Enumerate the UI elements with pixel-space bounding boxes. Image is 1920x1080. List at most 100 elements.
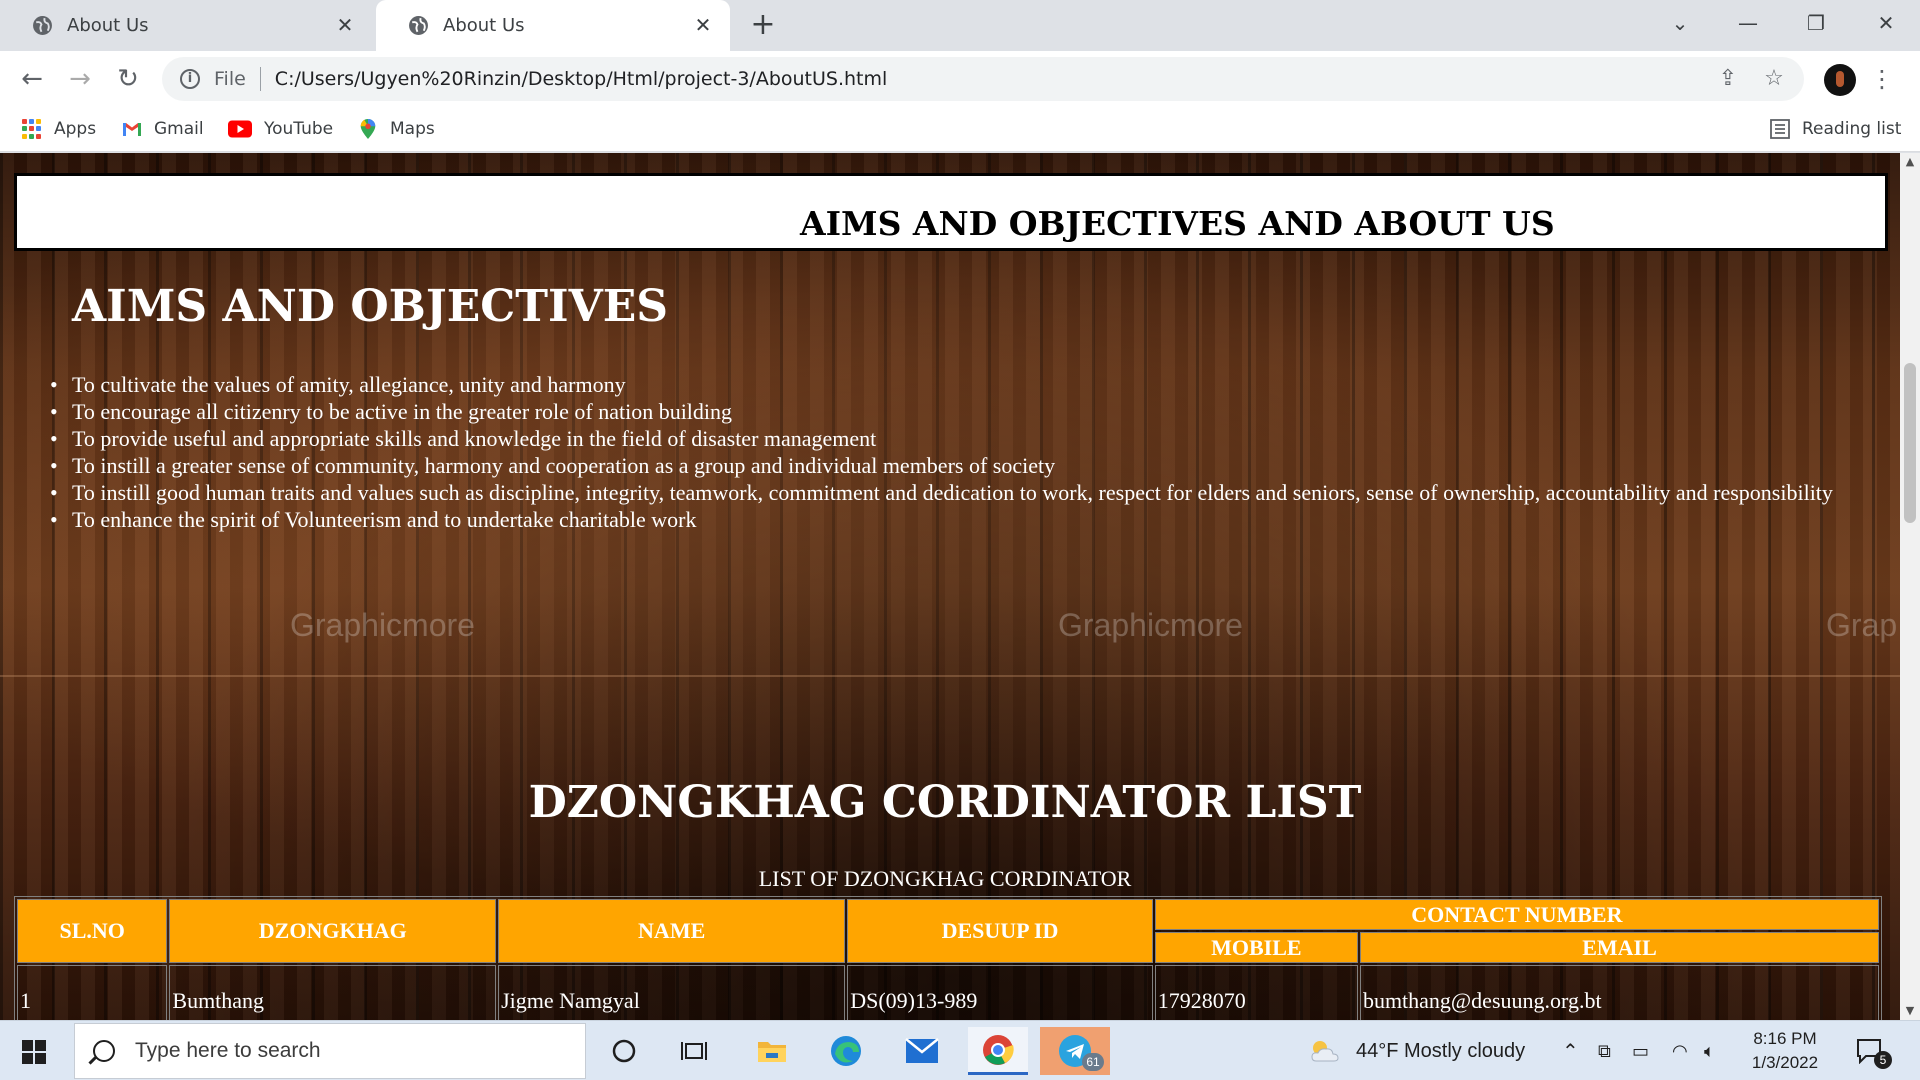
clock-date: 1/3/2022 [1751, 1053, 1819, 1072]
bookmark-gmail[interactable]: Gmail [122, 116, 204, 142]
gmail-icon [123, 123, 141, 136]
cortana-icon[interactable] [594, 1027, 654, 1075]
window-close-button[interactable]: ✕ [1866, 8, 1906, 38]
coordinator-list-title: DZONGKHAG CORDINATOR LIST [528, 777, 1362, 828]
bookmark-star-icon[interactable]: ☆ [1758, 57, 1790, 101]
task-view-icon[interactable] [664, 1027, 724, 1075]
table-row: 1 Bumthang Jigme Namgyal DS(09)13-989 17… [17, 965, 1879, 1020]
search-placeholder: Type here to search [135, 1039, 321, 1062]
aims-list: To cultivate the values of amity, allegi… [50, 371, 1880, 533]
bookmark-label: Gmail [154, 119, 204, 139]
browser-toolbar: ← → ↻ i File C:/Users/Ugyen%20Rinzin/Des… [0, 51, 1920, 106]
new-tab-button[interactable]: + [748, 10, 778, 40]
search-icon [93, 1040, 115, 1062]
bookmark-label: Maps [390, 119, 435, 139]
edge-browser-icon[interactable] [816, 1027, 876, 1075]
telegram-icon[interactable]: 61 [1040, 1027, 1110, 1075]
page-scrollbar[interactable]: ▲ ▼ [1900, 153, 1920, 1020]
aims-list-item: To enhance the spirit of Volunteerism an… [50, 506, 1880, 533]
maps-pin-icon [360, 119, 376, 139]
weather-widget[interactable]: 44°F Mostly cloudy [1308, 1021, 1525, 1080]
cell-name: Jigme Namgyal [498, 965, 846, 1020]
cell-desuup-id: DS(09)13-989 [847, 965, 1153, 1020]
address-bar[interactable]: i File C:/Users/Ugyen%20Rinzin/Desktop/H… [162, 57, 1804, 101]
watermark-text: Grap [1826, 607, 1898, 643]
bookmark-label: YouTube [264, 119, 334, 139]
mail-icon[interactable] [892, 1027, 952, 1075]
restore-button[interactable]: ❐ [1796, 8, 1836, 38]
aims-list-item: To cultivate the values of amity, allegi… [50, 371, 1880, 398]
header-sl-no: SL.NO [17, 899, 168, 963]
cloudy-weather-icon [1311, 1041, 1339, 1062]
tab-strip: About Us ✕ About Us ✕ + ⌄ — ❐ ✕ [0, 0, 1920, 51]
profile-avatar[interactable] [1824, 64, 1856, 96]
taskbar-search-box[interactable]: Type here to search [74, 1023, 586, 1079]
telegram-badge: 61 [1082, 1053, 1104, 1071]
windows-taskbar: Type here to search 61 44°F Mostly cloud… [0, 1020, 1920, 1080]
reading-list-icon [1770, 119, 1790, 139]
back-arrow-icon[interactable]: ← [16, 63, 48, 95]
header-dzongkhag: DZONGKHAG [169, 899, 497, 963]
header-banner-text: AIMS AND OBJECTIVES AND ABOUT US [800, 204, 1555, 243]
tab-about-us-1[interactable]: About Us ✕ [0, 0, 372, 51]
tab-title: About Us [67, 15, 149, 36]
bookmark-youtube[interactable]: YouTube [228, 116, 333, 142]
url-scheme-label: File [214, 68, 246, 90]
menu-kebab-icon[interactable]: ⋮ [1870, 63, 1894, 95]
aims-list-item: To provide useful and appropriate skills… [50, 425, 1880, 452]
watermark-text: Graphicmore [290, 607, 475, 643]
wifi-icon[interactable]: ◠ [1672, 1021, 1688, 1080]
cell-dzongkhag: Bumthang [169, 965, 497, 1020]
apps-grid-icon [22, 119, 42, 139]
tab-close-icon[interactable]: ✕ [692, 14, 714, 36]
aims-list-item: To encourage all citizenry to be active … [50, 398, 1880, 425]
header-contact-number: CONTACT NUMBER [1154, 899, 1879, 930]
clock-time: 8:16 PM [1753, 1029, 1817, 1048]
meet-now-icon[interactable]: ⧉ [1598, 1021, 1611, 1080]
chrome-icon[interactable] [968, 1027, 1028, 1075]
tray-chevron-icon[interactable]: ⌃ [1562, 1021, 1579, 1080]
tab-about-us-2[interactable]: About Us ✕ [376, 0, 730, 51]
battery-icon[interactable]: ▭ [1632, 1021, 1649, 1080]
scroll-down-arrow-icon[interactable]: ▼ [1900, 1002, 1920, 1020]
notification-center-icon[interactable]: 5 [1856, 1021, 1892, 1080]
header-name: NAME [498, 899, 846, 963]
tab-search-chevron-icon[interactable]: ⌄ [1660, 8, 1700, 38]
reading-list-button[interactable]: Reading list [1770, 116, 1901, 142]
minimize-button[interactable]: — [1728, 8, 1768, 38]
file-explorer-icon[interactable] [742, 1027, 802, 1075]
notification-badge: 5 [1874, 1051, 1892, 1069]
page-viewport: AIMS AND OBJECTIVES AND ABOUT US AIMS AN… [0, 153, 1900, 1020]
url-text[interactable]: C:/Users/Ugyen%20Rinzin/Desktop/Html/pro… [275, 68, 888, 90]
reading-list-label: Reading list [1802, 119, 1902, 139]
background-seam [0, 675, 1900, 677]
info-icon[interactable]: i [180, 69, 200, 89]
youtube-icon [228, 120, 252, 138]
bookmarks-bar: Apps Gmail YouTube Maps Reading list [0, 106, 1920, 152]
cell-sl-no: 1 [17, 965, 168, 1020]
header-desuup-id: DESUUP ID [847, 899, 1153, 963]
table-caption: LIST OF DZONGKHAG CORDINATOR [758, 866, 1132, 891]
windows-start-icon[interactable] [22, 1040, 46, 1064]
aims-list-item: To instill a greater sense of community,… [50, 452, 1880, 479]
volume-icon[interactable]: 🔈︎ [1704, 1021, 1715, 1080]
system-clock[interactable]: 8:16 PM 1/3/2022 [1740, 1027, 1830, 1075]
tab-close-icon[interactable]: ✕ [334, 14, 356, 36]
header-mobile: MOBILE [1154, 932, 1358, 963]
scroll-thumb[interactable] [1904, 363, 1916, 523]
bookmark-label: Apps [54, 119, 97, 139]
aims-list-item: To instill good human traits and values … [50, 479, 1880, 506]
weather-text: 44°F Mostly cloudy [1356, 1039, 1526, 1062]
aims-title: AIMS AND OBJECTIVES [72, 281, 669, 332]
scroll-up-arrow-icon[interactable]: ▲ [1900, 153, 1920, 171]
coordinator-table: SL.NO DZONGKHAG NAME DESUUP ID CONTACT N… [14, 896, 1882, 1020]
bookmark-maps[interactable]: Maps [358, 116, 435, 142]
bookmark-apps[interactable]: Apps [22, 116, 96, 142]
forward-arrow-icon[interactable]: → [64, 63, 96, 95]
reload-icon[interactable]: ↻ [112, 63, 144, 95]
cell-mobile: 17928070 [1154, 965, 1358, 1020]
header-email: EMAIL [1359, 932, 1879, 963]
watermark-text: Graphicmore [1058, 607, 1243, 643]
share-icon[interactable]: ⇪ [1712, 57, 1744, 101]
tab-title: About Us [443, 15, 525, 36]
